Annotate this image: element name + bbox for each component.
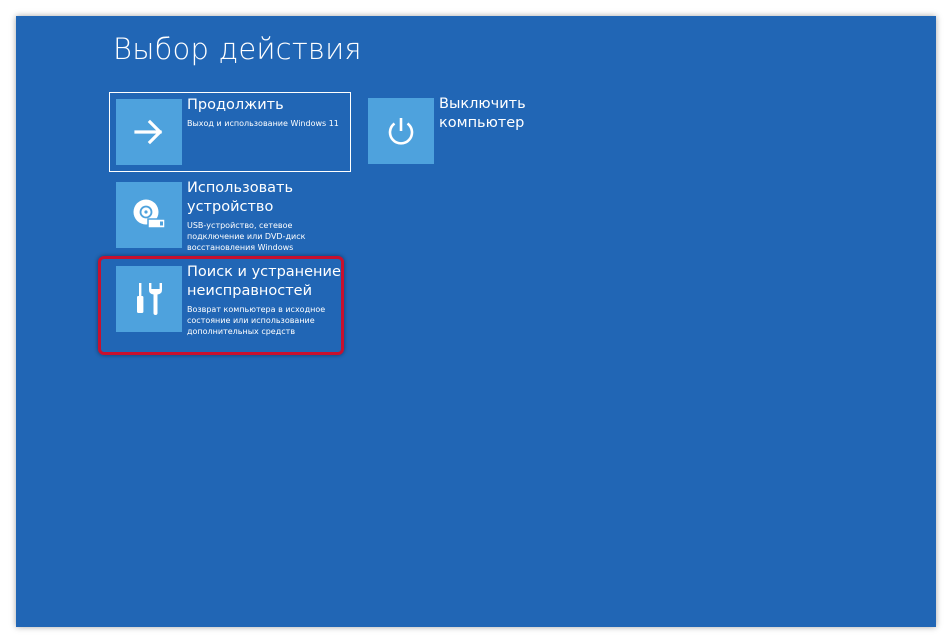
option-shutdown-title: Выключить компьютер xyxy=(439,96,526,131)
option-shutdown[interactable]: Выключить компьютер xyxy=(362,92,562,172)
option-use-device-tile xyxy=(116,182,182,248)
option-troubleshoot[interactable]: Поиск и устранение неисправностей Возвра… xyxy=(110,260,352,346)
option-troubleshoot-description: Возврат компьютера в исходное состояние … xyxy=(187,305,326,336)
option-continue-description: Выход и использование Windows 11 xyxy=(187,119,339,128)
option-troubleshoot-tile xyxy=(116,266,182,332)
power-icon xyxy=(388,118,414,145)
option-use-device-title: Использовать устройство xyxy=(187,180,293,215)
option-use-device-description: USB-устройство, сетевое подключение или … xyxy=(187,221,306,252)
option-shutdown-tile xyxy=(368,98,434,164)
arrow-right-icon xyxy=(134,119,163,145)
option-continue[interactable]: Продолжить Выход и использование Windows… xyxy=(109,92,351,172)
option-troubleshoot-title: Поиск и устранение неисправностей xyxy=(187,264,341,299)
option-use-device[interactable]: Использовать устройство USB-устройство, … xyxy=(110,176,352,256)
disc-drive-icon xyxy=(133,199,166,229)
tools-icon xyxy=(137,283,162,315)
option-continue-tile xyxy=(116,99,182,165)
page-title: Выбор действия xyxy=(113,32,362,66)
option-continue-title: Продолжить xyxy=(187,97,284,113)
recovery-screen: Выбор действия Продолжить Выход и исполь… xyxy=(16,16,936,627)
